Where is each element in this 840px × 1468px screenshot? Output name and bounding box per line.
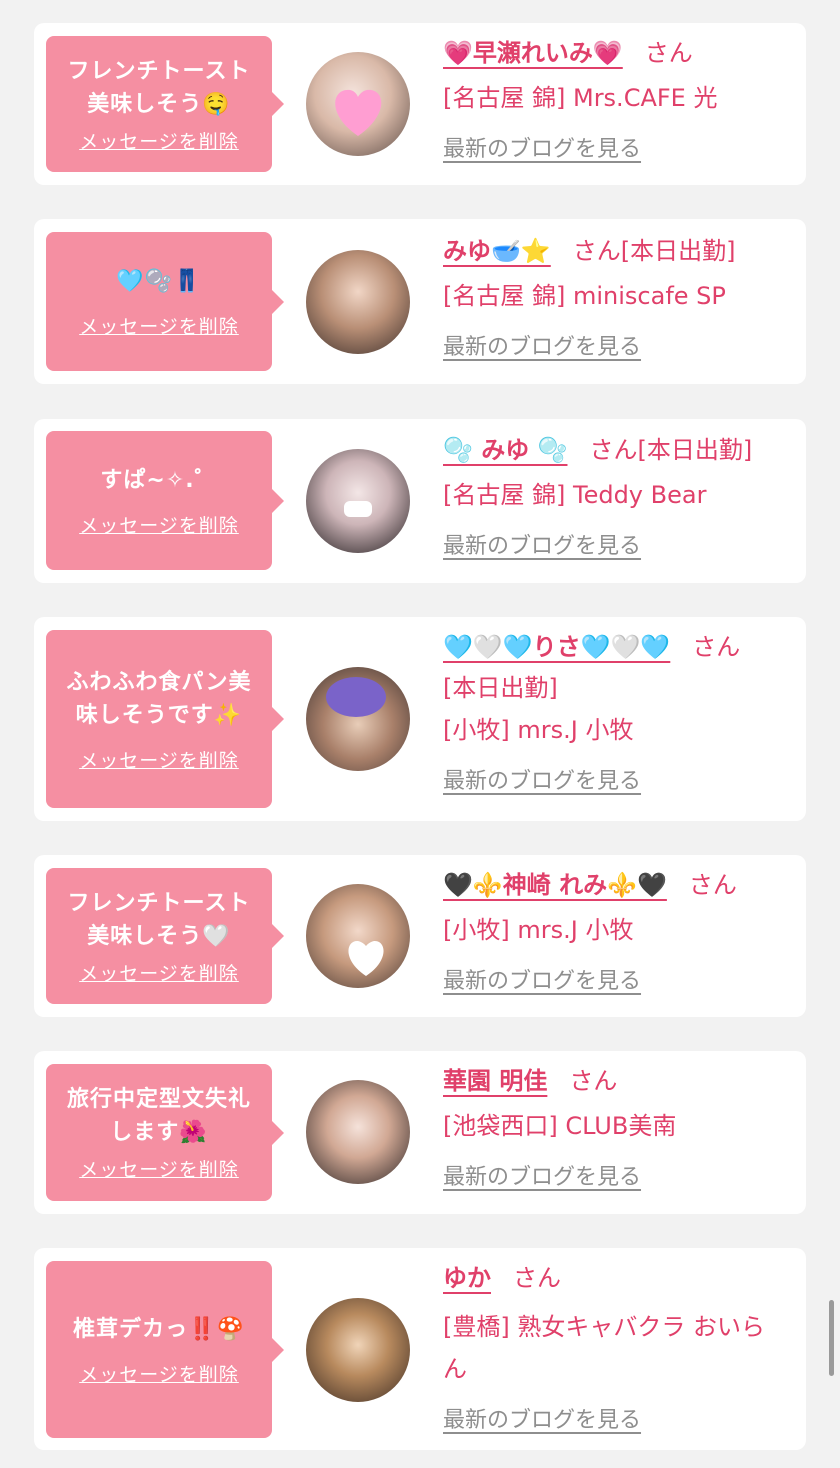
scrollbar[interactable] [829,1300,834,1376]
delete-message-link[interactable]: メッセージを削除 [79,511,239,538]
message-bubble: フレンチトースト美味しそう🤤 メッセージを削除 [46,36,284,172]
honorific: さん [644,39,693,67]
shop-name: [池袋西口] CLUB美南 [443,1112,677,1140]
latest-blog-link[interactable]: 最新のブログを見る [443,765,641,799]
latest-blog-link[interactable]: 最新のブログを見る [443,965,641,999]
message-card: 椎茸デカっ‼️🍄 メッセージを削除 ゆか さん [豊橋] 熟女キャバクラ おいらん… [34,1248,806,1450]
message-card: 🩵🫧👖 メッセージを削除 みゆ🥣⭐ さん[本日出勤] [名古屋 錦] minisc… [34,219,806,384]
message-bubble: 🩵🫧👖 メッセージを削除 [46,232,284,371]
cast-name-link[interactable]: 🩵🤍🩵りさ🩵🤍🩵 [443,633,670,661]
message-bubble: 椎茸デカっ‼️🍄 メッセージを削除 [46,1261,284,1438]
message-bubble: すぱ~✧.゜ メッセージを削除 [46,431,284,570]
shop-name: [名古屋 錦] Mrs.CAFE 光 [443,84,718,112]
honorific: さん [572,237,621,265]
avatar[interactable] [306,250,410,354]
status-label: [本日出勤] [637,436,753,464]
cast-info: みゆ🥣⭐ さん[本日出勤] [名古屋 錦] miniscafe SP 最新のブログ… [443,233,793,365]
delete-message-link[interactable]: メッセージを削除 [79,959,239,986]
face-mask-icon [344,501,372,517]
message-card: ふわふわ食パン美味しそうです✨ メッセージを削除 🩵🤍🩵りさ🩵🤍🩵 さん [本日出… [34,617,806,821]
shop-name: [名古屋 錦] miniscafe SP [443,282,726,310]
cast-name-link[interactable]: ゆか [443,1264,491,1292]
cast-name-link[interactable]: みゆ🥣⭐ [443,237,551,265]
message-text: フレンチトースト美味しそう🤤 [67,58,251,117]
message-bubble: フレンチトースト美味しそう🤍 メッセージを削除 [46,868,284,1004]
message-card: すぱ~✧.゜ メッセージを削除 🫧 みゆ 🫧 さん[本日出勤] [名古屋 錦] T… [34,419,806,583]
message-text: ふわふわ食パン美味しそうです✨ [66,669,252,728]
shop-name: [小牧] mrs.J 小牧 [443,916,634,944]
cast-info: 🖤⚜️神崎 れみ⚜️🖤 さん [小牧] mrs.J 小牧 最新のブログを見る [443,867,793,999]
shop-name: [名古屋 錦] Teddy Bear [443,481,707,509]
message-bubble: ふわふわ食パン美味しそうです✨ メッセージを削除 [46,630,284,808]
cast-name-link[interactable]: 華園 明佳 [443,1067,547,1095]
heart-sticker-icon [335,89,382,136]
message-bubble: 旅行中定型文失礼します🌺 メッセージを削除 [46,1064,284,1201]
latest-blog-link[interactable]: 最新のブログを見る [443,530,641,564]
latest-blog-link[interactable]: 最新のブログを見る [443,331,641,365]
purple-sticker-icon [326,677,386,717]
honorific: さん [569,1067,618,1095]
avatar[interactable] [306,667,410,771]
message-text: 旅行中定型文失礼します🌺 [66,1087,251,1145]
heart-sticker-icon [348,940,384,976]
message-text: フレンチトースト美味しそう🤍 [67,890,251,949]
cast-info: 💗早瀬れいみ💗 さん [名古屋 錦] Mrs.CAFE 光 最新のブログを見る [443,35,793,167]
honorific: さん [513,1264,561,1292]
latest-blog-link[interactable]: 最新のブログを見る [443,1161,641,1195]
message-card: フレンチトースト美味しそう🤤 メッセージを削除 💗早瀬れいみ💗 さん [名古屋 錦… [34,23,806,185]
delete-message-link[interactable]: メッセージを削除 [79,1155,239,1182]
avatar[interactable] [306,52,410,156]
shop-name: [豊橋] 熟女キャバクラ おいらん [443,1313,765,1383]
delete-message-link[interactable]: メッセージを削除 [79,1360,239,1387]
status-label: [本日出勤] [443,674,558,702]
latest-blog-link[interactable]: 最新のブログを見る [443,1404,641,1438]
cast-info: 華園 明佳 さん [池袋西口] CLUB美南 最新のブログを見る [443,1063,793,1195]
delete-message-link[interactable]: メッセージを削除 [79,127,239,154]
cast-info: ゆか さん [豊橋] 熟女キャバクラ おいらん 最新のブログを見る [443,1260,793,1438]
message-text: 🩵🫧👖 [116,268,202,294]
status-label: [本日出勤] [620,237,736,265]
cast-name-link[interactable]: 🖤⚜️神崎 れみ⚜️🖤 [443,871,667,899]
shop-name: [小牧] mrs.J 小牧 [443,716,634,744]
cast-name-link[interactable]: 💗早瀬れいみ💗 [443,39,623,67]
delete-message-link[interactable]: メッセージを削除 [79,746,239,773]
honorific: さん [692,633,741,661]
honorific: さん [688,871,737,899]
message-text: すぱ~✧.゜ [100,467,218,493]
honorific: さん [589,436,638,464]
message-card: フレンチトースト美味しそう🤍 メッセージを削除 🖤⚜️神崎 れみ⚜️🖤 さん [小… [34,855,806,1017]
cast-name-link[interactable]: 🫧 みゆ 🫧 [443,436,567,464]
avatar[interactable] [306,449,410,553]
cast-info: 🫧 みゆ 🫧 さん[本日出勤] [名古屋 錦] Teddy Bear 最新のブログ… [443,432,793,564]
avatar[interactable] [306,1080,410,1184]
avatar[interactable] [306,1298,410,1402]
avatar[interactable] [306,884,410,988]
delete-message-link[interactable]: メッセージを削除 [79,312,239,339]
message-text: 椎茸デカっ‼️🍄 [73,1316,245,1342]
message-card: 旅行中定型文失礼します🌺 メッセージを削除 華園 明佳 さん [池袋西口] CLU… [34,1051,806,1214]
cast-info: 🩵🤍🩵りさ🩵🤍🩵 さん [本日出勤] [小牧] mrs.J 小牧 最新のブログを見… [443,629,793,799]
latest-blog-link[interactable]: 最新のブログを見る [443,133,641,167]
